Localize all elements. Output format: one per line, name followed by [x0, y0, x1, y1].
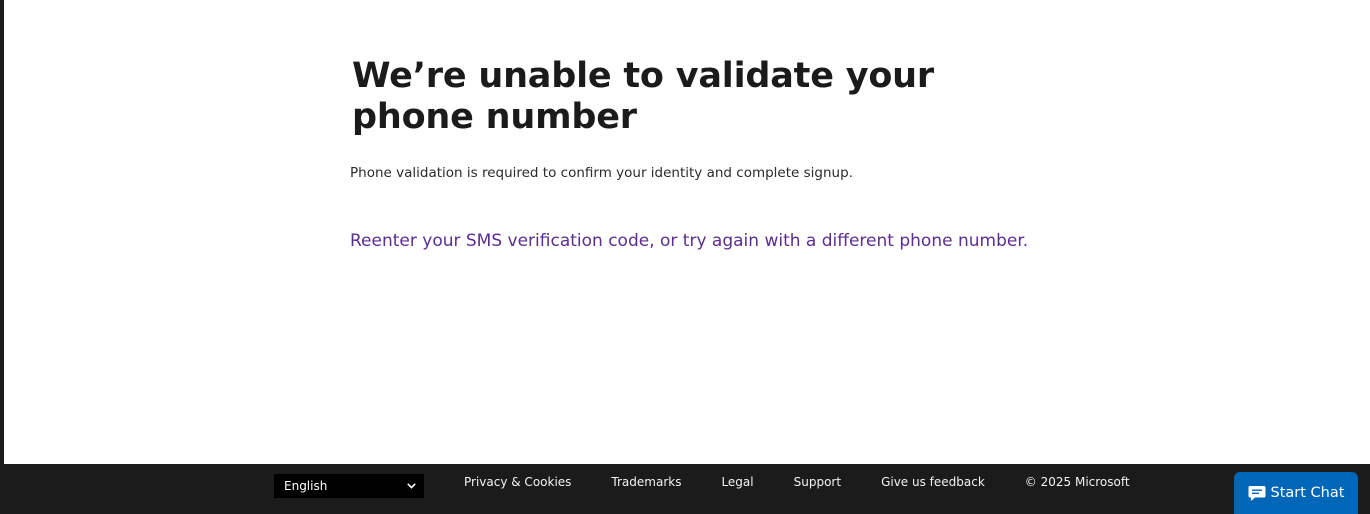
copyright-text: © 2025 Microsoft — [1024, 475, 1130, 489]
chevron-down-icon — [407, 483, 416, 489]
language-select-value: English — [284, 479, 328, 493]
support-link[interactable]: Support — [794, 475, 841, 489]
feedback-link[interactable]: Give us feedback — [881, 475, 985, 489]
page-title: We’re unable to validate your phone numb… — [352, 56, 934, 137]
legal-link[interactable]: Legal — [721, 475, 753, 489]
language-select[interactable]: English — [274, 474, 424, 498]
main-content: We’re unable to validate your phone numb… — [350, 56, 1030, 251]
footer: English Privacy & Cookies Trademarks Leg… — [0, 464, 1370, 514]
retry-verification-link[interactable]: Reenter your SMS verification code, or t… — [350, 231, 1028, 251]
start-chat-label: Start Chat — [1270, 485, 1345, 501]
footer-links: Privacy & Cookies Trademarks Legal Suppo… — [464, 475, 1130, 489]
chat-bubble-icon — [1248, 485, 1266, 501]
start-chat-button[interactable]: Start Chat — [1234, 472, 1358, 514]
page-subtitle: Phone validation is required to confirm … — [350, 165, 853, 181]
window-left-edge — [0, 0, 4, 464]
privacy-cookies-link[interactable]: Privacy & Cookies — [464, 475, 571, 489]
trademarks-link[interactable]: Trademarks — [611, 475, 681, 489]
